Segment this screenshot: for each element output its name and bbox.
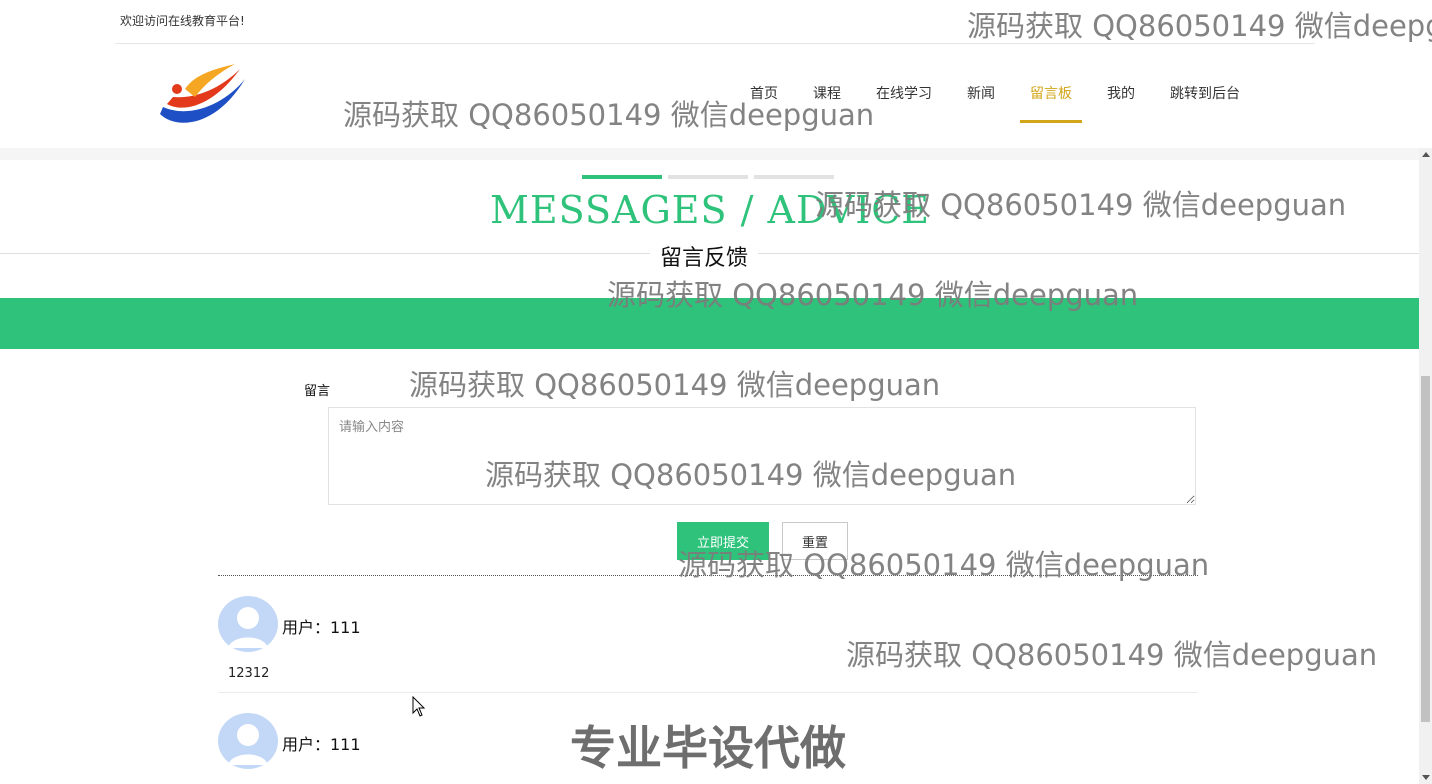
watermark-text: 源码获取 QQ86050149 微信deepguan: [678, 548, 1210, 582]
title-decoration: [582, 175, 840, 179]
comment-user: 用户：111: [282, 735, 361, 754]
section-title-cn: 留言反馈: [650, 240, 759, 272]
title-bar: [668, 175, 748, 179]
watermark-text: 源码获取 QQ86050149 微信deepguan: [409, 368, 941, 402]
watermark-text: 源码获取 QQ86050149 微信deepguan: [485, 458, 1017, 492]
nav-item-message-board[interactable]: 留言板: [1020, 84, 1082, 124]
message-label: 留言: [304, 384, 331, 399]
watermark-text: 源码获取 QQ86050149 微信deepguan: [343, 98, 875, 132]
watermark-text: 源码获取 QQ86050149 微信deepguan: [815, 188, 1347, 222]
comment-content: 12312: [228, 666, 270, 681]
watermark-text: 源码获取 QQ86050149 微信deepguan: [846, 638, 1378, 672]
comment-divider: [218, 692, 1198, 693]
page-scrollbar[interactable]: [1419, 148, 1432, 784]
scroll-down-icon[interactable]: [1422, 775, 1430, 780]
nav-item-backend[interactable]: 跳转到后台: [1160, 84, 1250, 124]
welcome-text: 欢迎访问在线教育平台!: [120, 14, 245, 28]
watermark-bold: 专业毕设代做: [570, 721, 846, 775]
avatar-icon: [218, 713, 278, 769]
mouse-cursor-icon: [412, 696, 426, 717]
avatar-icon: [218, 596, 278, 652]
nav-item-mine[interactable]: 我的: [1097, 84, 1145, 124]
scroll-up-icon[interactable]: [1422, 152, 1430, 157]
title-bar: [754, 175, 834, 179]
nav-item-news[interactable]: 新闻: [957, 84, 1005, 124]
comment-user: 用户：111: [282, 618, 361, 637]
nav-item-online-learning[interactable]: 在线学习: [866, 84, 942, 124]
scroll-thumb[interactable]: [1421, 376, 1430, 722]
watermark-text: 源码获取 QQ86050149 微信deepg: [967, 9, 1432, 43]
header-divider: [0, 148, 1420, 160]
logo-icon[interactable]: [155, 59, 250, 134]
watermark-text: 源码获取 QQ86050149 微信deepguan: [607, 278, 1139, 312]
title-bar-active: [582, 175, 662, 179]
